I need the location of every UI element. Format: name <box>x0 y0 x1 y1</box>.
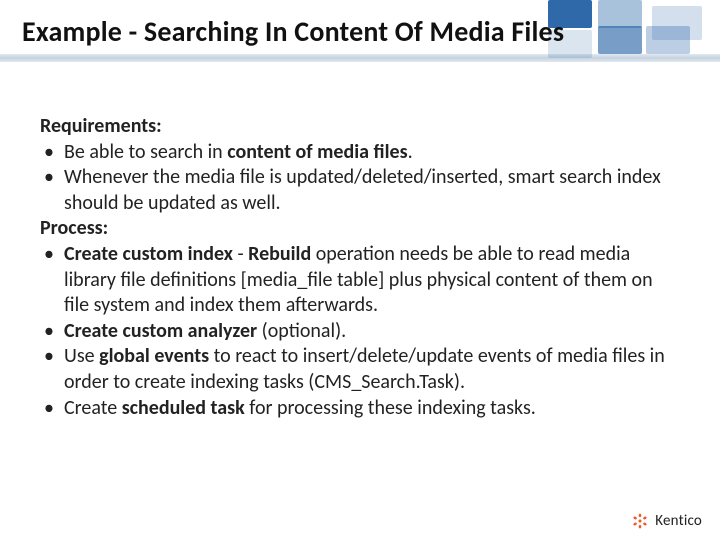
text: for processing these indexing tasks. <box>245 396 536 420</box>
list-item: Create custom index - Rebuild operation … <box>40 242 680 319</box>
text: Be able to search in <box>64 140 227 164</box>
requirements-list: Be able to search in content of media fi… <box>40 140 680 217</box>
list-item: Be able to search in content of media fi… <box>40 140 680 166</box>
list-item: Create scheduled task for processing the… <box>40 396 680 422</box>
text: (optional). <box>257 319 346 343</box>
text: Whenever the media file is updated/delet… <box>64 165 661 215</box>
brand-name: Kentico <box>655 512 702 530</box>
text-bold: scheduled task <box>122 396 245 420</box>
list-item: Use global events to react to insert/del… <box>40 344 680 395</box>
text-bold: Create custom index <box>64 242 233 266</box>
list-item: Whenever the media file is updated/delet… <box>40 165 680 216</box>
text: Use <box>64 344 99 368</box>
text-bold: Create custom analyzer <box>64 319 257 343</box>
text-bold: global events <box>99 344 209 368</box>
title-underline <box>0 54 720 62</box>
requirements-label: Requirements: <box>40 114 680 140</box>
text-bold: Rebuild <box>248 242 311 266</box>
text: . <box>408 140 413 164</box>
slide-title: Example - Searching In Content Of Media … <box>22 14 564 49</box>
text-bold: content of media files <box>227 140 407 164</box>
text: Create <box>64 396 122 420</box>
process-label: Process: <box>40 216 680 242</box>
process-list: Create custom index - Rebuild operation … <box>40 242 680 421</box>
kentico-icon <box>631 512 649 530</box>
list-item: Create custom analyzer (optional). <box>40 319 680 345</box>
text: - <box>233 242 248 266</box>
slide-body: Requirements: Be able to search in conte… <box>40 114 680 421</box>
brand-logo: Kentico <box>631 512 702 530</box>
